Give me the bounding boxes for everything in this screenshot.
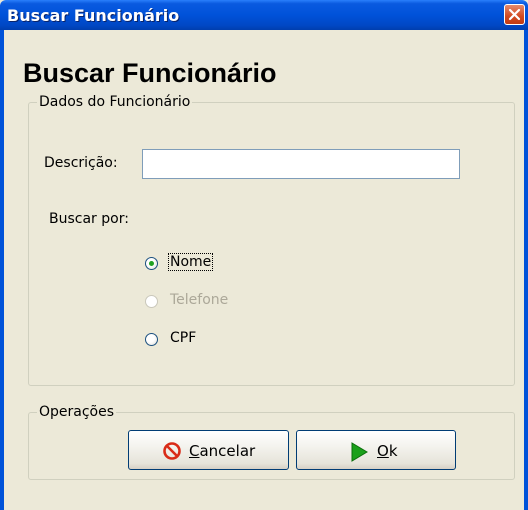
buscar-por-label: Buscar por:	[49, 211, 129, 227]
radio-telefone-circle	[145, 295, 158, 308]
dialog-window: Buscar Funcionário Buscar Funcionário Da…	[0, 0, 528, 510]
close-button[interactable]	[504, 4, 525, 25]
radio-cpf-circle[interactable]	[145, 333, 158, 346]
ok-button-label: Ok	[377, 442, 398, 460]
radio-cpf[interactable]: CPF	[145, 329, 225, 351]
radio-nome-circle[interactable]	[145, 257, 158, 270]
radio-cpf-label: CPF	[170, 330, 197, 346]
close-icon	[508, 8, 521, 21]
cancel-button-label: Cancelar	[189, 442, 256, 460]
ok-button[interactable]: Ok	[296, 430, 456, 470]
dados-funcionario-group: Dados do Funcionário	[28, 94, 515, 386]
page-title: Buscar Funcionário	[23, 58, 277, 88]
radio-telefone-label: Telefone	[170, 292, 229, 308]
window-border-left	[0, 30, 4, 510]
radio-telefone: Telefone	[145, 291, 245, 313]
dados-funcionario-group-title: Dados do Funcionário	[37, 94, 193, 110]
radio-nome-label: Nome	[167, 253, 214, 271]
descricao-input[interactable]	[142, 149, 460, 179]
radio-nome[interactable]: Nome	[145, 253, 225, 275]
window-title: Buscar Funcionário	[7, 6, 180, 25]
window-border-right	[524, 30, 528, 510]
title-bar[interactable]: Buscar Funcionário	[0, 0, 528, 30]
operacoes-group-title: Operações	[37, 404, 117, 420]
cancel-button[interactable]: Cancelar	[128, 430, 289, 470]
play-arrow-icon	[351, 442, 368, 462]
stop-icon	[163, 442, 181, 460]
descricao-label: Descrição:	[44, 155, 118, 171]
